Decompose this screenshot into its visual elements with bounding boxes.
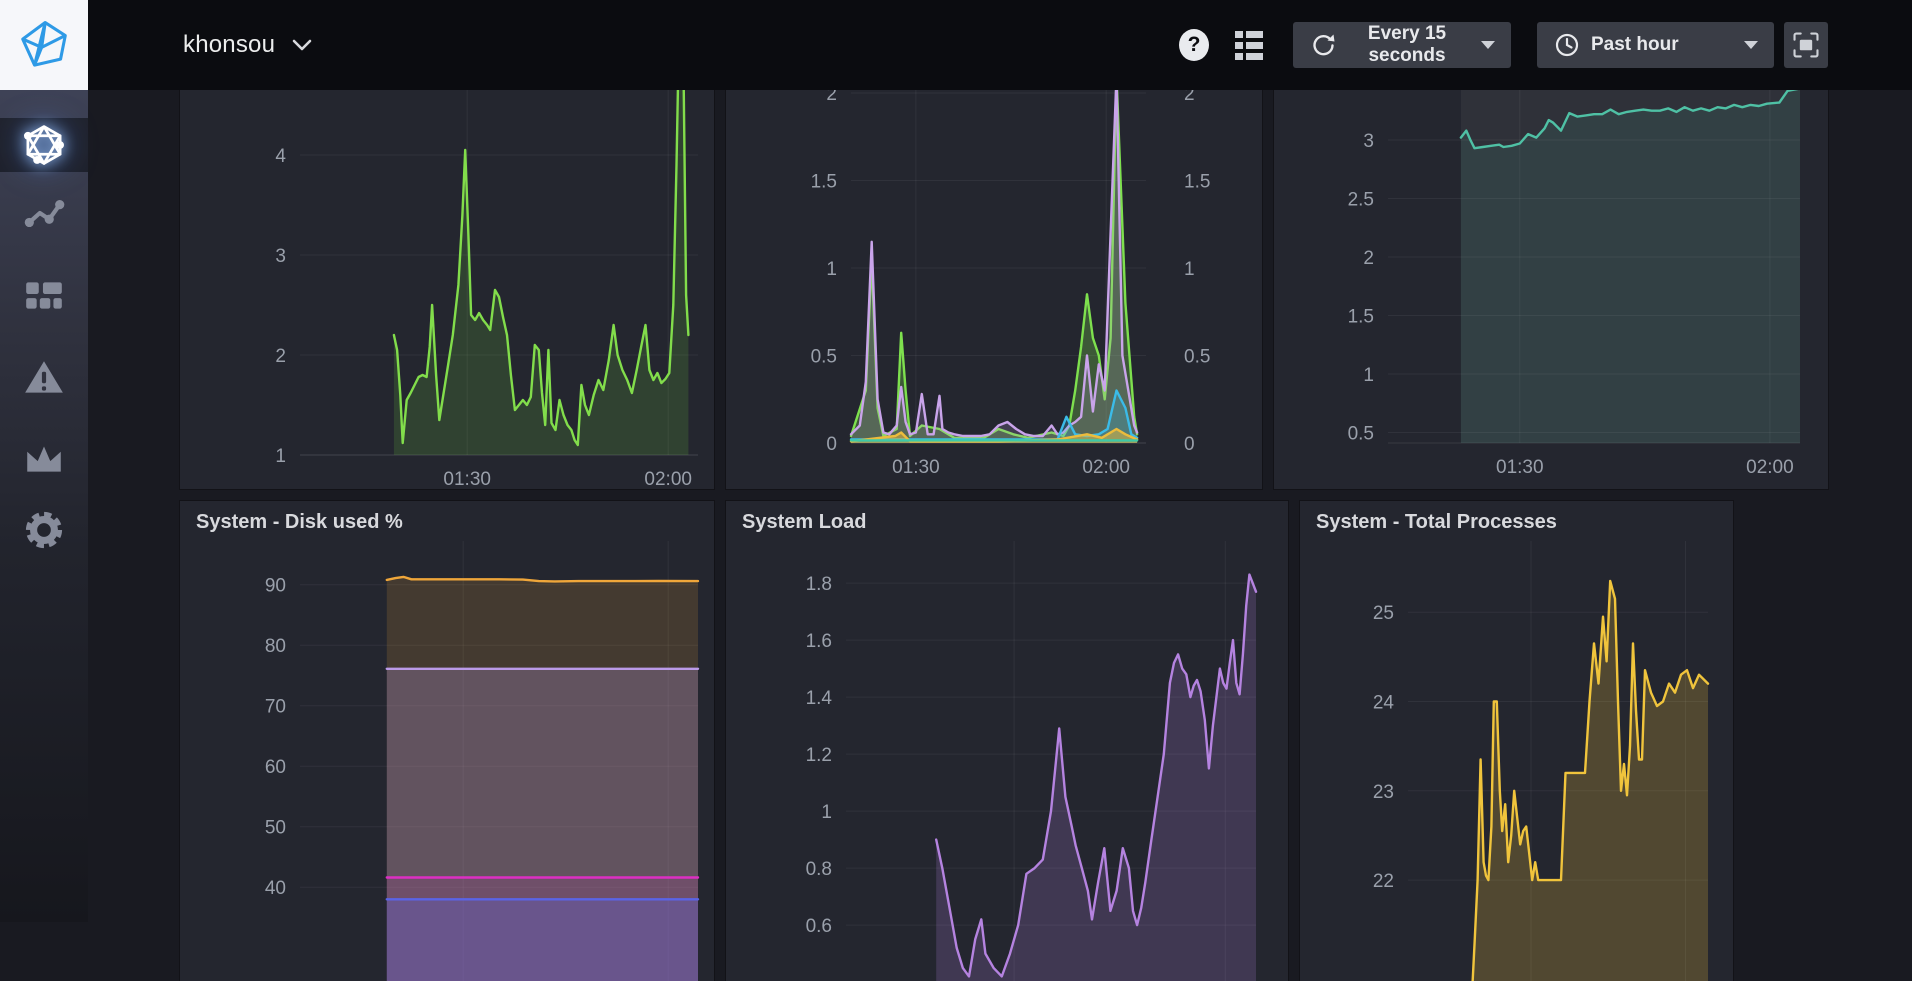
kiosk-mode-button[interactable] <box>1784 22 1828 68</box>
svg-text:70: 70 <box>265 697 286 718</box>
svg-text:24: 24 <box>1373 693 1395 714</box>
panel-total-processes: System - Total Processes 22 23 24 25 <box>1300 501 1733 981</box>
gear-icon <box>21 507 67 553</box>
svg-text:22: 22 <box>1373 871 1394 892</box>
svg-text:01:30: 01:30 <box>443 469 491 489</box>
sidebar-item-alerts[interactable] <box>0 356 88 400</box>
svg-text:01:30: 01:30 <box>1496 457 1544 478</box>
timeseries-chart[interactable]: 40 50 60 70 80 90 <box>180 541 714 981</box>
svg-text:80: 80 <box>265 636 286 657</box>
panel-timeseries-2: 0 0 0.5 0.5 1 1 1.5 1.5 2 2 01:30 02:00 <box>726 90 1262 489</box>
svg-text:2: 2 <box>826 90 837 105</box>
panel-list-icon[interactable] <box>1235 31 1263 60</box>
app-logo[interactable] <box>0 0 88 90</box>
svg-text:1.6: 1.6 <box>806 631 832 652</box>
dashboard-title-dropdown[interactable]: khonsou <box>183 31 313 59</box>
timeseries-chart[interactable]: 0.6 0.8 1 1.2 1.4 1.6 1.8 <box>726 541 1288 981</box>
panel-disk-used: System - Disk used % 40 50 60 70 80 90 <box>180 501 714 981</box>
svg-text:2: 2 <box>1184 90 1195 105</box>
svg-text:1.5: 1.5 <box>1348 307 1374 328</box>
caret-down-icon <box>1481 41 1495 49</box>
panel-timeseries-3: 0.5 1 1.5 2 2.5 3 3.5 01:30 02:00 <box>1274 90 1828 489</box>
top-navbar: khonsou ? Every 15 seconds <box>0 0 1912 90</box>
panel-title[interactable]: System Load <box>726 501 1288 541</box>
timeseries-chart[interactable]: 1 2 3 4 01:30 02:00 <box>180 90 714 489</box>
svg-text:2: 2 <box>1363 248 1374 269</box>
svg-text:0.5: 0.5 <box>1348 424 1374 445</box>
timeseries-chart[interactable]: 22 23 24 25 <box>1300 541 1733 981</box>
svg-text:02:00: 02:00 <box>1746 457 1794 478</box>
svg-text:3.5: 3.5 <box>1348 90 1374 94</box>
svg-text:01:30: 01:30 <box>892 457 940 478</box>
panel-system-load: System Load 0.6 0.8 1 1.2 1.4 1.6 1.8 <box>726 501 1288 981</box>
svg-text:50: 50 <box>265 818 286 839</box>
timeseries-chart[interactable]: 0.5 1 1.5 2 2.5 3 3.5 01:30 02:00 <box>1274 90 1828 489</box>
clock-icon <box>1553 31 1581 59</box>
svg-text:40: 40 <box>265 878 286 899</box>
svg-text:1: 1 <box>826 259 837 280</box>
chevron-down-icon <box>291 37 313 53</box>
svg-text:1.5: 1.5 <box>811 172 837 193</box>
svg-text:1.5: 1.5 <box>1184 172 1210 193</box>
panel-title[interactable]: System - Total Processes <box>1300 501 1733 541</box>
refresh-interval-button[interactable]: Every 15 seconds <box>1293 22 1511 68</box>
dashboard-title: khonsou <box>183 31 275 59</box>
svg-text:3: 3 <box>275 246 286 267</box>
refresh-icon <box>1309 31 1337 59</box>
alert-triangle-icon <box>22 356 66 400</box>
svg-text:1.8: 1.8 <box>806 574 832 595</box>
sidebar-item-settings[interactable] <box>0 506 88 554</box>
svg-text:0: 0 <box>1184 434 1195 455</box>
svg-text:0.6: 0.6 <box>806 916 832 937</box>
svg-text:2.5: 2.5 <box>1348 190 1374 211</box>
crown-icon <box>22 436 66 480</box>
grid-icon <box>22 273 66 317</box>
svg-text:0.5: 0.5 <box>811 347 837 368</box>
dashboard-grid: 123401:3002:00 000.50.5111.51.52201:3002… <box>88 90 1912 922</box>
svg-text:02:00: 02:00 <box>1082 457 1130 478</box>
polyhedron-network-icon <box>21 122 67 168</box>
svg-text:1: 1 <box>275 446 286 467</box>
sidebar-item-metrics[interactable] <box>0 191 88 235</box>
svg-text:02:00: 02:00 <box>644 469 692 489</box>
svg-text:0.8: 0.8 <box>806 859 832 880</box>
fullscreen-icon <box>1791 30 1821 60</box>
panel-title[interactable]: System - Disk used % <box>180 501 714 541</box>
time-range-label: Past hour <box>1591 34 1679 56</box>
svg-text:1.4: 1.4 <box>806 688 833 709</box>
sidebar-item-dashboards[interactable] <box>0 273 88 317</box>
svg-text:1.2: 1.2 <box>806 745 832 766</box>
time-range-button[interactable]: Past hour <box>1537 22 1774 68</box>
help-button[interactable]: ? <box>1179 29 1209 61</box>
svg-text:23: 23 <box>1373 782 1394 803</box>
svg-text:0: 0 <box>826 434 837 455</box>
metrics-icon <box>22 191 66 235</box>
svg-text:1: 1 <box>1363 365 1374 386</box>
svg-text:60: 60 <box>265 757 286 778</box>
svg-text:4: 4 <box>275 146 286 167</box>
caret-down-icon <box>1744 41 1758 49</box>
sidebar-item-premium[interactable] <box>0 436 88 480</box>
polyhedron-logo-icon <box>18 19 70 71</box>
refresh-interval-label: Every 15 seconds <box>1347 23 1467 67</box>
timeseries-chart[interactable]: 0 0 0.5 0.5 1 1 1.5 1.5 2 2 01:30 02:00 <box>726 90 1262 489</box>
topbar-controls: ? Every 15 seconds Pas <box>1179 22 1828 68</box>
svg-text:2: 2 <box>275 346 286 367</box>
svg-text:1: 1 <box>1184 259 1195 280</box>
help-label: ? <box>1188 33 1201 57</box>
sidebar-item-home[interactable] <box>0 118 88 172</box>
svg-text:3: 3 <box>1363 131 1374 152</box>
svg-text:1: 1 <box>821 802 832 823</box>
svg-text:25: 25 <box>1373 603 1394 624</box>
svg-text:90: 90 <box>265 576 286 597</box>
panel-timeseries-1: 1 2 3 4 01:30 02:00 <box>180 90 714 489</box>
sidebar-nav <box>0 90 88 922</box>
svg-text:0.5: 0.5 <box>1184 347 1210 368</box>
